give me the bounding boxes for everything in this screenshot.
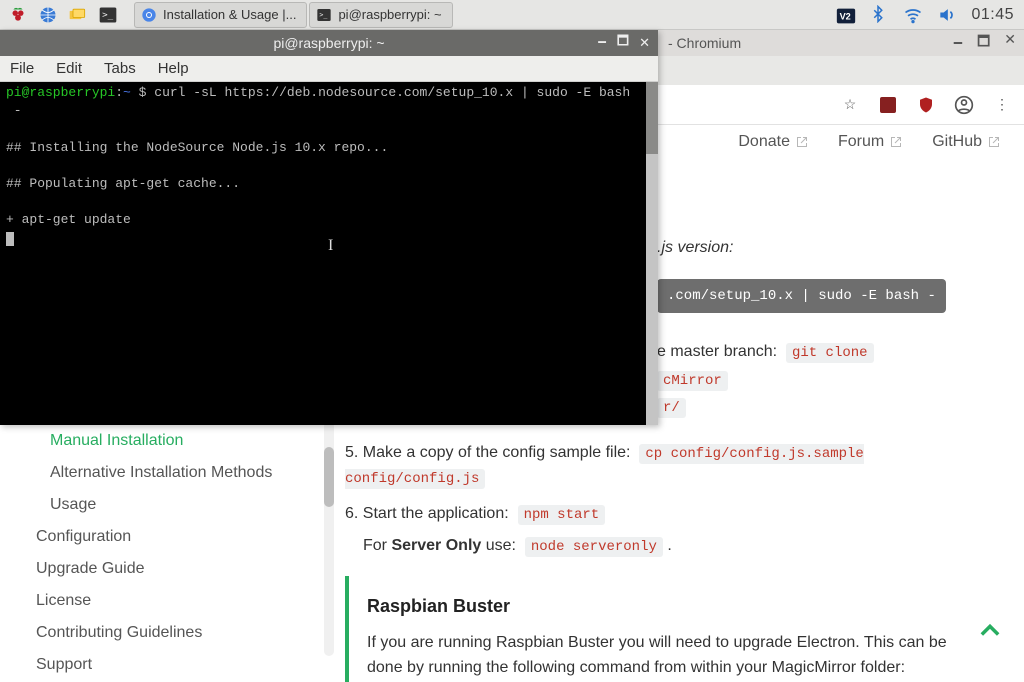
close-icon[interactable]: ✕ — [639, 35, 650, 51]
extension-icon-1[interactable] — [878, 95, 898, 115]
taskbar-item-terminal[interactable]: >_ pi@raspberrypi: ~ — [309, 2, 452, 28]
minimize-icon[interactable]: 🗕 — [598, 32, 607, 54]
nav-github[interactable]: GitHub — [932, 133, 1000, 151]
terminal-title: pi@raspberrypi: ~ — [0, 35, 658, 51]
desktop-taskbar: >_ Installation & Usage |... >_ pi@raspb… — [0, 0, 1024, 30]
taskbar-item-chromium[interactable]: Installation & Usage |... — [134, 2, 307, 28]
terminal-body[interactable]: pi@raspberrypi:~ $ curl -sL https://deb.… — [0, 82, 658, 425]
system-tray: V2 01:45 — [835, 5, 1024, 25]
kebab-menu-icon[interactable]: ⋮ — [992, 95, 1012, 115]
sidebar-item-contributing[interactable]: Contributing Guidelines — [36, 617, 316, 649]
step-6: 6. Start the application: npm start For … — [345, 501, 1004, 558]
sidebar-item-configuration[interactable]: Configuration — [36, 521, 316, 553]
terminal-launcher-icon[interactable]: >_ — [94, 2, 122, 28]
code-chip[interactable]: node serveronly — [525, 537, 663, 557]
external-link-icon — [988, 136, 1000, 148]
chromium-title-suffix: - Chromium — [668, 35, 741, 51]
clock[interactable]: 01:45 — [971, 6, 1014, 24]
text-cursor-ibeam: I — [328, 237, 333, 255]
code-chip: cMirror — [657, 371, 728, 391]
sidebar-item-alt-install[interactable]: Alternative Installation Methods — [36, 457, 316, 489]
svg-text:>_: >_ — [320, 11, 328, 19]
svg-text:>_: >_ — [102, 9, 114, 20]
external-link-icon — [796, 136, 808, 148]
vnc-icon[interactable]: V2 — [835, 5, 855, 25]
menu-tabs[interactable]: Tabs — [104, 60, 136, 77]
sidebar-item-support[interactable]: Support — [36, 649, 316, 681]
minimize-icon[interactable]: 🗕 — [953, 31, 963, 55]
step-5: 5. Make a copy of the config sample file… — [345, 440, 1004, 491]
chromium-icon — [141, 7, 157, 23]
wifi-icon[interactable] — [903, 5, 923, 25]
terminal-window[interactable]: pi@raspberrypi: ~ 🗕 🗖 ✕ File Edit Tabs H… — [0, 30, 658, 425]
sidebar-item-upgrade-guide[interactable]: Upgrade Guide — [36, 553, 316, 585]
code-block[interactable]: .com/setup_10.x | sudo -E bash - — [657, 279, 946, 313]
external-link-icon — [890, 136, 902, 148]
file-manager-icon[interactable] — [64, 2, 92, 28]
profile-icon[interactable] — [954, 95, 974, 115]
menu-file[interactable]: File — [10, 60, 34, 77]
window-controls: 🗕 🗖 ✕ — [953, 31, 1016, 55]
bluetooth-icon[interactable] — [869, 5, 889, 25]
code-chip: r/ — [657, 398, 686, 418]
sidebar-item-manual-installation[interactable]: Manual Installation — [36, 425, 316, 457]
note-title: Raspbian Buster — [367, 592, 986, 621]
taskbar-item-label: pi@raspberrypi: ~ — [338, 7, 441, 22]
terminal-scrollbar[interactable] — [646, 82, 658, 425]
terminal-icon: >_ — [316, 7, 332, 23]
scroll-to-top-button[interactable] — [976, 617, 1004, 652]
taskbar-item-label: Installation & Usage |... — [163, 7, 296, 22]
nav-donate[interactable]: Donate — [738, 133, 808, 151]
code-chip[interactable]: npm start — [518, 505, 606, 525]
ublock-icon[interactable] — [916, 95, 936, 115]
nav-forum[interactable]: Forum — [838, 133, 902, 151]
note-body: If you are running Raspbian Buster you w… — [367, 631, 986, 681]
scrollbar-thumb[interactable] — [324, 447, 334, 507]
text-fragment: e master branch: — [657, 343, 777, 360]
scrollbar-thumb[interactable] — [646, 82, 658, 154]
menu-help[interactable]: Help — [158, 60, 189, 77]
terminal-output[interactable]: pi@raspberrypi:~ $ curl -sL https://deb.… — [0, 82, 658, 250]
svg-text:V2: V2 — [840, 11, 851, 21]
text-fragment: .js version: — [657, 239, 733, 256]
sidebar-item-license[interactable]: License — [36, 585, 316, 617]
sidebar-item-usage[interactable]: Usage — [36, 489, 316, 521]
menu-edit[interactable]: Edit — [56, 60, 82, 77]
taskbar-launchers: >_ Installation & Usage |... >_ pi@raspb… — [0, 2, 453, 28]
site-nav: Donate Forum GitHub — [738, 133, 1000, 151]
doc-sidebar: Manual Installation Alternative Installa… — [36, 425, 316, 682]
sidebar-scrollbar[interactable] — [324, 421, 334, 656]
close-icon[interactable]: ✕ — [1004, 31, 1016, 55]
terminal-cursor — [6, 232, 14, 246]
web-browser-icon[interactable] — [34, 2, 62, 28]
terminal-titlebar[interactable]: pi@raspberrypi: ~ 🗕 🗖 ✕ — [0, 30, 658, 56]
volume-icon[interactable] — [937, 5, 957, 25]
terminal-menubar: File Edit Tabs Help — [0, 56, 658, 82]
maximize-icon[interactable]: 🗖 — [617, 32, 629, 54]
raspberry-menu-icon[interactable] — [4, 2, 32, 28]
maximize-icon[interactable]: 🗖 — [977, 31, 990, 55]
note-raspbian-buster: Raspbian Buster If you are running Raspb… — [345, 576, 1004, 682]
code-chip[interactable]: git clone — [786, 343, 874, 363]
star-icon[interactable]: ☆ — [840, 95, 860, 115]
